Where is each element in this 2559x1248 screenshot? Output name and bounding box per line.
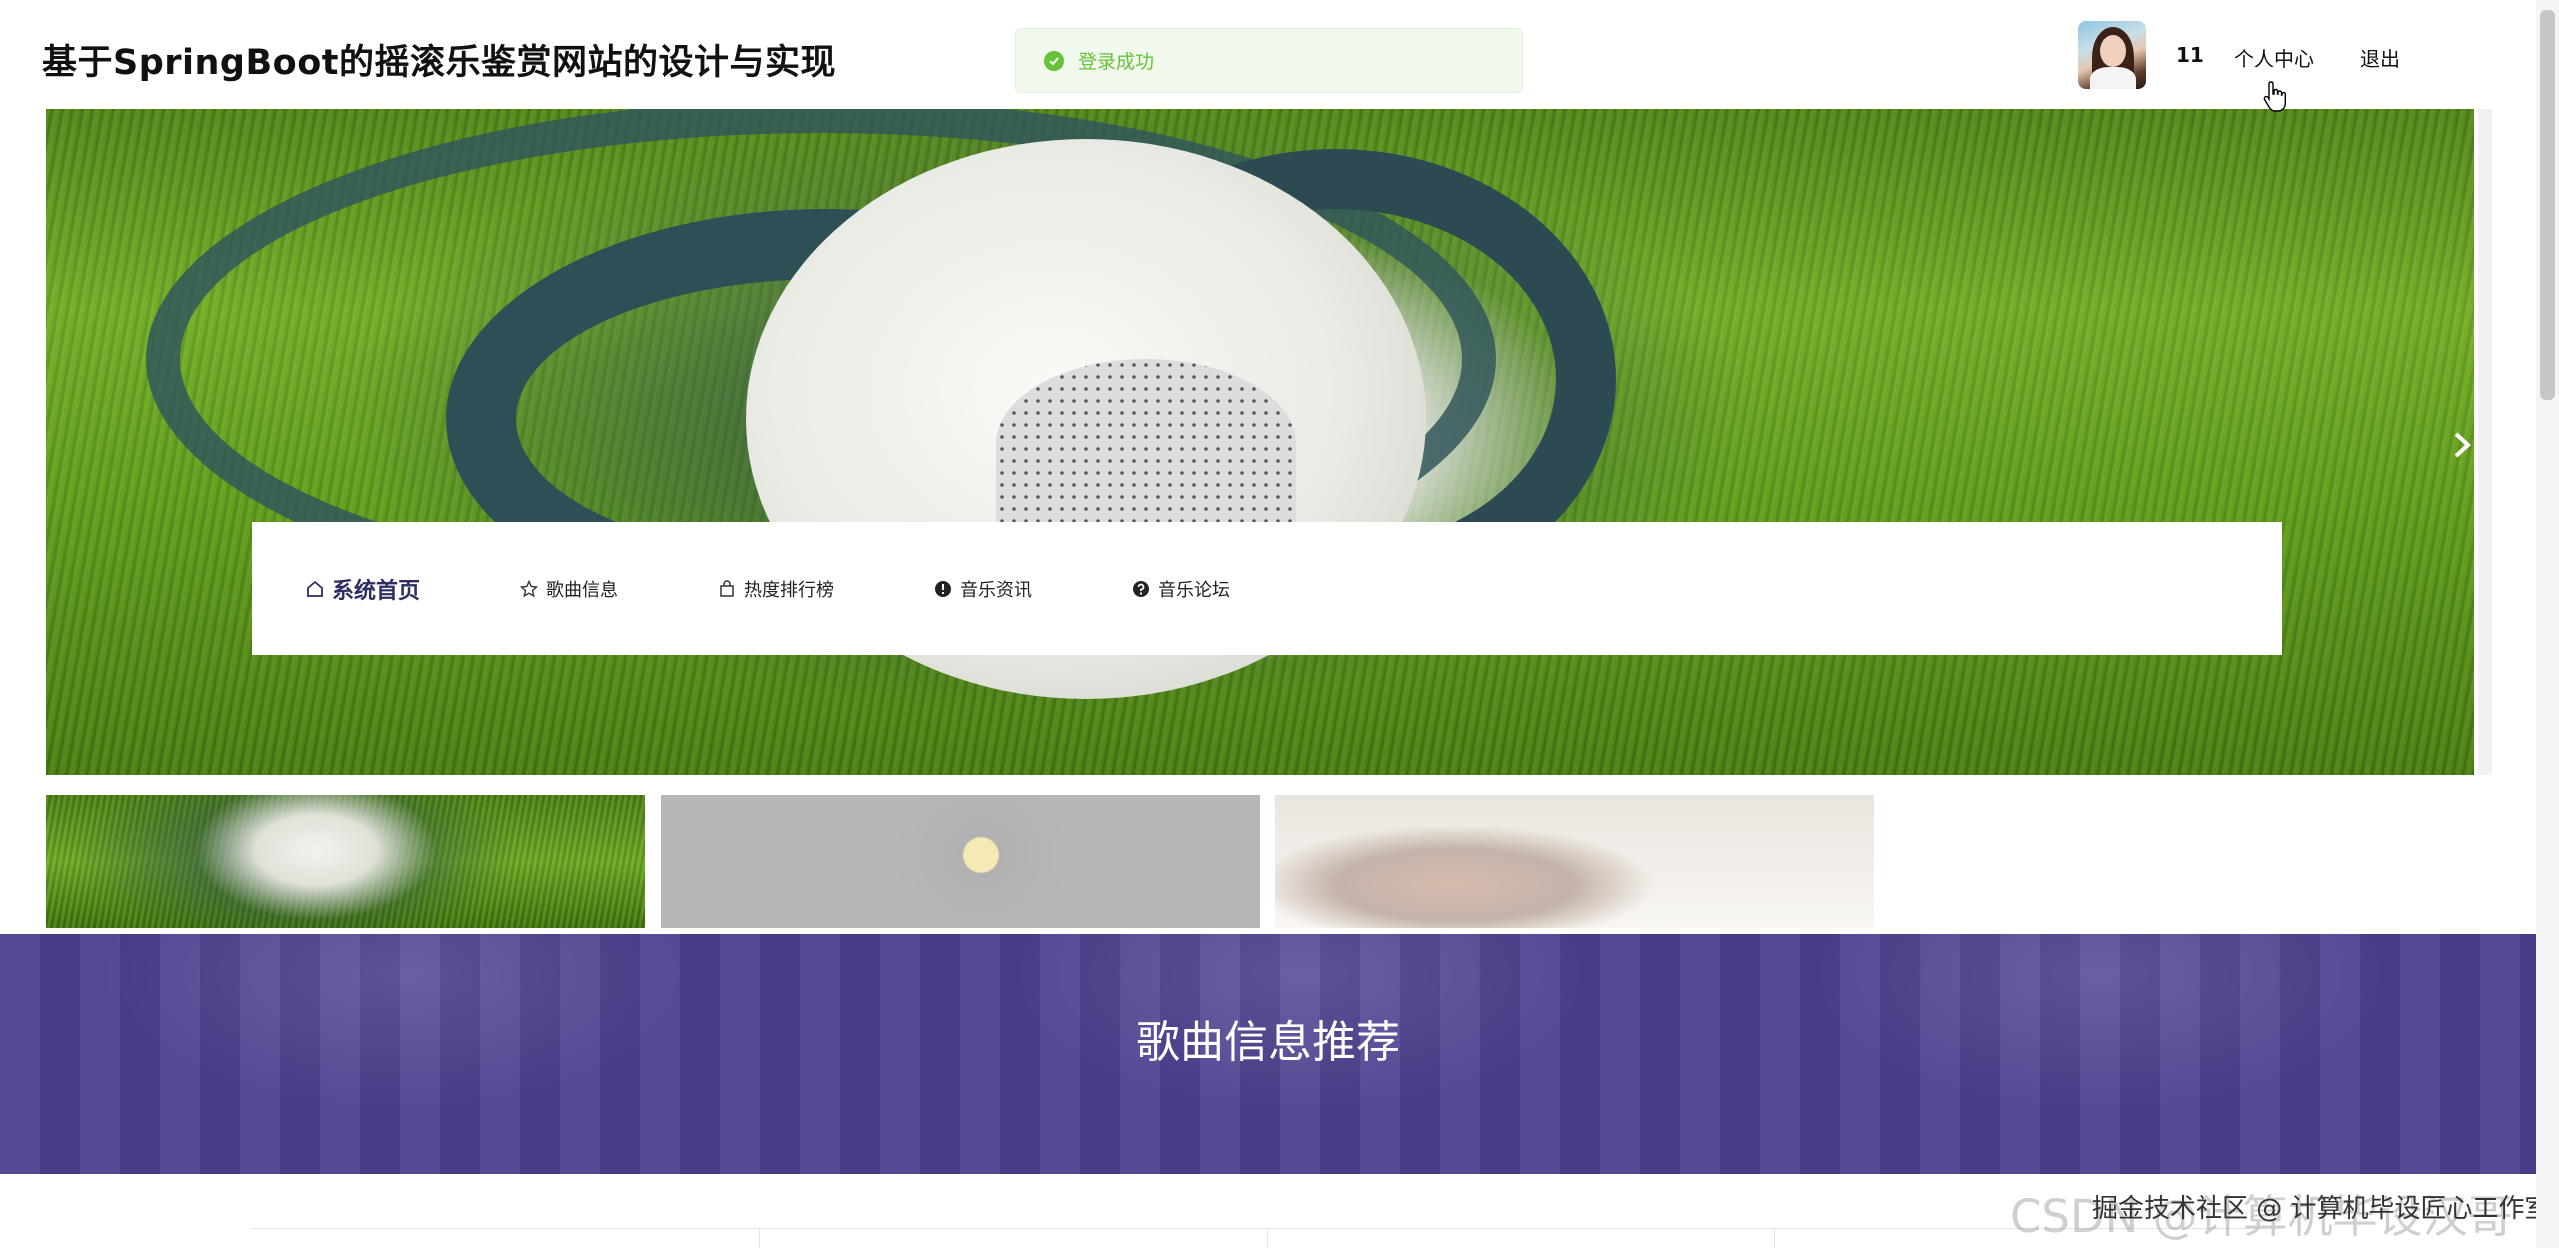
banner-carousel[interactable] <box>46 109 2474 775</box>
recommend-section-title: 歌曲信息推荐 <box>1136 1017 1400 1068</box>
nav-label: 热度排行榜 <box>744 579 835 601</box>
watermark-juejin: 掘金技术社区 @ 计算机毕设匠心工作室 <box>2092 1194 2551 1224</box>
logout-link[interactable]: 退出 <box>2360 43 2400 72</box>
carousel-next-icon[interactable] <box>2444 428 2478 462</box>
bag-icon <box>720 579 734 597</box>
star-icon <box>520 579 539 597</box>
site-title: 基于SpringBoot的摇滚乐鉴赏网站的设计与实现 <box>42 43 836 83</box>
banner-scroll-track <box>2478 109 2492 775</box>
hand-cursor-icon <box>2263 81 2286 112</box>
nav-item-news[interactable]: 音乐资讯 <box>934 576 1032 602</box>
nav-label: 音乐论坛 <box>1158 579 1231 601</box>
carousel-thumb-2[interactable] <box>661 795 1260 928</box>
toast-text: 登录成功 <box>1078 51 1155 73</box>
nav-item-forum[interactable]: 音乐论坛 <box>1132 576 1230 602</box>
carousel-thumb-3[interactable] <box>1275 795 1874 928</box>
home-icon <box>307 580 323 597</box>
info-circle-icon <box>935 580 952 597</box>
username-label: 11 <box>2176 43 2204 67</box>
nav-item-ranking[interactable]: 热度排行榜 <box>718 576 834 602</box>
nav-item-songs[interactable]: 歌曲信息 <box>520 576 618 602</box>
login-success-toast: 登录成功 <box>1015 28 1523 93</box>
check-circle-icon <box>1044 50 1064 71</box>
nav-label: 音乐资讯 <box>960 579 1033 601</box>
nav-label: 歌曲信息 <box>546 579 619 601</box>
main-nav: 系统首页 歌曲信息 热度排行榜 音乐资讯 音乐论坛 <box>252 522 2282 655</box>
carousel-thumb-1[interactable] <box>46 795 645 928</box>
nav-label: 系统首页 <box>332 578 421 604</box>
page-scrollbar-thumb[interactable] <box>2540 10 2555 400</box>
question-circle-icon <box>1133 580 1150 597</box>
page: 基于SpringBoot的摇滚乐鉴赏网站的设计与实现 登录成功 11 个人中心 … <box>0 0 2559 1248</box>
user-center-link[interactable]: 个人中心 <box>2234 43 2314 72</box>
nav-item-home[interactable]: 系统首页 <box>306 573 420 605</box>
song-cards-row <box>252 1228 2282 1248</box>
avatar[interactable] <box>2078 21 2146 89</box>
